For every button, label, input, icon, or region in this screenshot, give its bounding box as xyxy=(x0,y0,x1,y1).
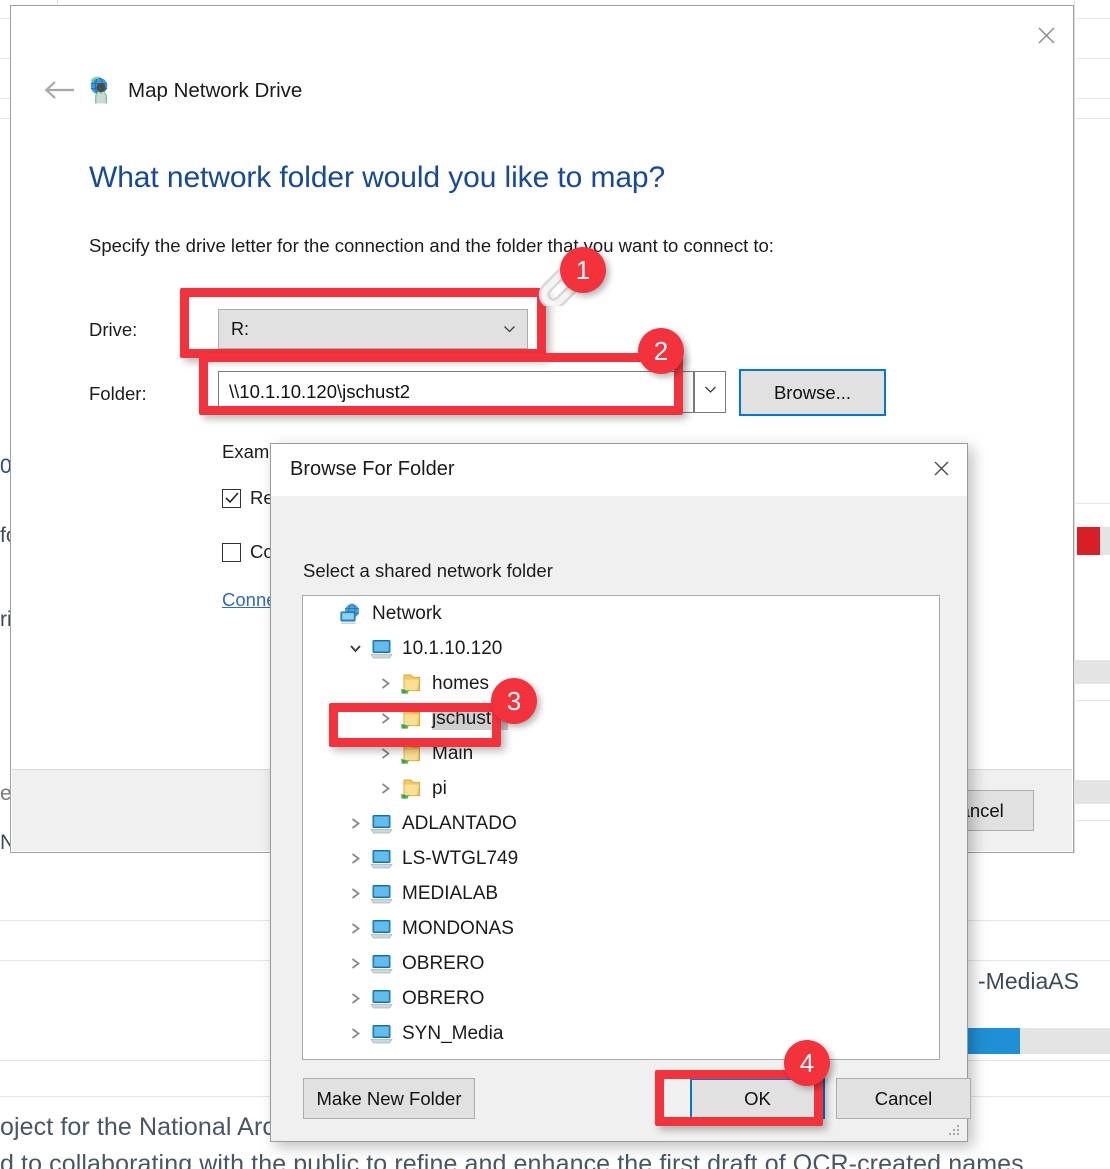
tree-item-obrero[interactable]: OBRERO xyxy=(303,981,939,1016)
window-title: Map Network Drive xyxy=(128,79,303,102)
screenshot-root: 0) fol riv e o N: -MediaAS oject for the… xyxy=(0,0,1110,1169)
drive-label: Drive: xyxy=(89,319,138,340)
chevron-right-icon[interactable] xyxy=(371,712,399,725)
tree-item-jschust2[interactable]: jschust2 xyxy=(303,701,939,736)
shared-folder-icon xyxy=(399,673,425,695)
network-globe-icon xyxy=(339,603,365,625)
folder-dropdown-button[interactable] xyxy=(694,371,726,413)
bg-red-swatch xyxy=(1077,527,1100,555)
folder-label: Folder: xyxy=(89,383,147,404)
computer-icon xyxy=(369,848,395,870)
tree-item-label: SYN_Media xyxy=(402,1022,504,1044)
chevron-right-icon[interactable] xyxy=(371,677,399,690)
chevron-right-icon[interactable] xyxy=(341,852,369,865)
bg-rule xyxy=(1074,700,1110,701)
tree-item-network[interactable]: Network xyxy=(303,596,939,631)
close-icon[interactable] xyxy=(1019,6,1073,64)
chevron-down-icon[interactable] xyxy=(341,643,369,654)
folder-value: \\10.1.10.120\jschust2 xyxy=(229,381,411,402)
annotation-badge-3: 3 xyxy=(491,678,537,724)
back-arrow-icon[interactable] xyxy=(36,66,84,114)
tree-item-main[interactable]: Main xyxy=(303,736,939,771)
dialog-title: Browse For Folder xyxy=(290,458,455,480)
cancel-button[interactable]: Cancel xyxy=(836,1078,971,1119)
chevron-right-icon[interactable] xyxy=(341,957,369,970)
tree-item-medialab[interactable]: MEDIALAB xyxy=(303,876,939,911)
chevron-right-icon[interactable] xyxy=(341,887,369,900)
chevron-right-icon[interactable] xyxy=(341,1027,369,1040)
bg-grey-swatch xyxy=(1100,527,1110,555)
folder-input[interactable]: \\10.1.10.120\jschust2 xyxy=(218,371,694,413)
computer-icon xyxy=(369,1023,395,1045)
drive-value: R: xyxy=(231,318,249,339)
computer-icon xyxy=(369,988,395,1010)
computer-icon xyxy=(369,918,395,940)
tree-item-adlantado[interactable]: ADLANTADO xyxy=(303,806,939,841)
browse-button[interactable]: Browse... xyxy=(739,369,886,416)
tree-item-pi[interactable]: pi xyxy=(303,771,939,806)
bg-progress-track xyxy=(1020,1028,1110,1054)
chevron-right-icon[interactable] xyxy=(371,747,399,760)
tree-item-label: homes xyxy=(432,672,490,694)
bg-divider xyxy=(1074,0,1075,853)
annotation-badge-4: 4 xyxy=(784,1040,830,1086)
bg-rule xyxy=(1074,503,1110,504)
computer-icon xyxy=(369,638,395,660)
tree-item-label: LS-WTGL749 xyxy=(402,847,519,869)
bg-rule xyxy=(1074,820,1110,821)
tree-item-label: Network xyxy=(372,602,442,624)
chevron-right-icon[interactable] xyxy=(341,992,369,1005)
page-subtext: Specify the drive letter for the connect… xyxy=(89,235,774,256)
shared-folder-icon xyxy=(399,708,425,730)
checkbox-checked-icon[interactable] xyxy=(222,488,241,508)
tree-item-label: Main xyxy=(432,742,474,764)
page-title: What network folder would you like to ma… xyxy=(89,161,666,194)
make-new-folder-button[interactable]: Make New Folder xyxy=(303,1078,475,1119)
computer-icon xyxy=(369,953,395,975)
window-title-bar: Map Network Drive xyxy=(87,70,302,112)
bg-progress-fill xyxy=(966,1028,1020,1054)
close-icon[interactable] xyxy=(915,444,967,492)
tree-item-label: 10.1.10.120 xyxy=(402,637,503,659)
bg-grey-swatch xyxy=(1074,660,1110,684)
shared-folder-icon xyxy=(399,778,425,800)
browse-for-folder-dialog: Browse For Folder Select a shared networ… xyxy=(270,443,971,1142)
tree-item-label: OBRERO xyxy=(402,987,485,1009)
chevron-down-icon xyxy=(704,383,717,401)
shared-folder-icon xyxy=(399,743,425,765)
tree-item-mondonas[interactable]: MONDONAS xyxy=(303,911,939,946)
tree-item-label: ADLANTADO xyxy=(402,812,517,834)
network-drive-icon xyxy=(87,76,117,106)
bg-fragment: -MediaAS xyxy=(978,968,1079,994)
tree-item-label: OBRERO xyxy=(402,952,485,974)
dialog-title-bar: Browse For Folder xyxy=(271,444,967,496)
computer-icon xyxy=(369,813,395,835)
resize-grip-icon[interactable] xyxy=(948,1123,960,1135)
tree-item-10-1-10-120[interactable]: 10.1.10.120 xyxy=(303,631,939,666)
bg-grey-swatch xyxy=(1074,780,1110,804)
dialog-prompt: Select a shared network folder xyxy=(303,560,553,581)
tree-item-obrero[interactable]: OBRERO xyxy=(303,946,939,981)
folder-tree[interactable]: Network 10.1.10.120 homes jschust2 Main pi ADL… xyxy=(302,595,940,1060)
tree-item-label: MONDONAS xyxy=(402,917,514,939)
tree-item-homes[interactable]: homes xyxy=(303,666,939,701)
tree-item-ls-wtgl749[interactable]: LS-WTGL749 xyxy=(303,841,939,876)
tree-item-label: pi xyxy=(432,777,447,799)
bg-body-line: d to collaborating with the public to re… xyxy=(0,1150,1024,1169)
drive-combo[interactable]: R: xyxy=(218,309,528,349)
checkbox-unchecked-icon[interactable] xyxy=(222,542,241,562)
chevron-right-icon[interactable] xyxy=(341,817,369,830)
chevron-down-icon xyxy=(503,323,516,336)
chevron-right-icon[interactable] xyxy=(341,922,369,935)
annotation-badge-2: 2 xyxy=(638,328,684,374)
tree-item-syn-media[interactable]: SYN_Media xyxy=(303,1016,939,1051)
computer-icon xyxy=(369,883,395,905)
chevron-right-icon[interactable] xyxy=(371,782,399,795)
annotation-badge-1: 1 xyxy=(560,247,606,293)
tree-item-label: MEDIALAB xyxy=(402,882,499,904)
